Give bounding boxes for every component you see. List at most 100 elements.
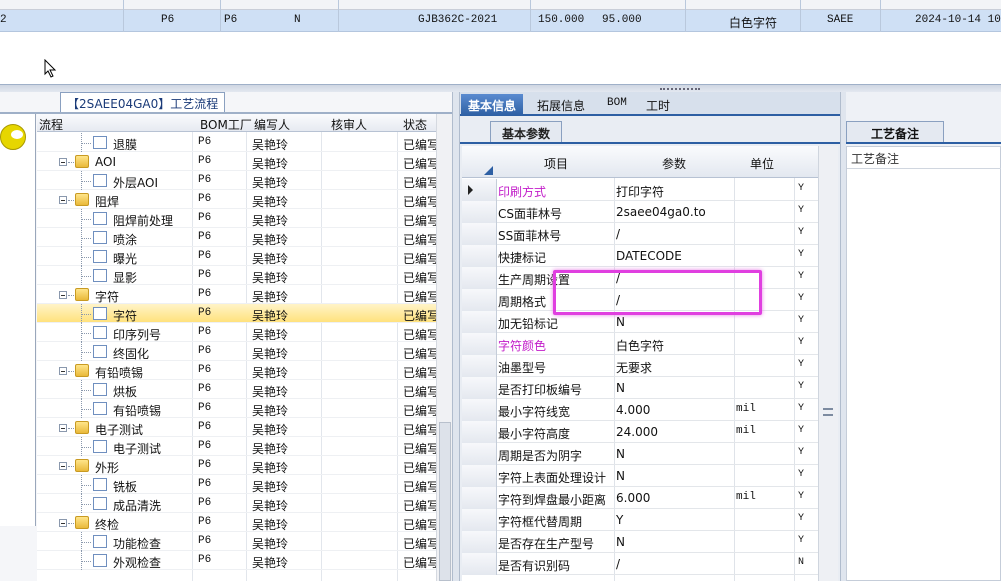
tree-row[interactable]: 电子测试 P6 吴艳玲 已编写	[37, 437, 436, 456]
param-row[interactable]: 是否有识别码 / N	[462, 553, 818, 575]
param-value[interactable]: 4.000	[616, 403, 650, 417]
row-header[interactable]	[462, 267, 497, 289]
tree-row[interactable]: 显影 P6 吴艳玲 已编写	[37, 266, 436, 285]
tab-basic-info[interactable]: 基本信息	[461, 94, 524, 116]
param-row[interactable]: 印刷方式 打印字符 Y	[462, 179, 818, 201]
tree-row[interactable]: 铣板 P6 吴艳玲 已编写	[37, 475, 436, 494]
param-row[interactable]: 油墨型号 无要求 Y	[462, 355, 818, 377]
col-header-bom[interactable]: BOM工厂	[200, 116, 252, 133]
tree-row[interactable]: 喷涂 P6 吴艳玲 已编写	[37, 228, 436, 247]
col-header-writer[interactable]: 编写人	[254, 116, 290, 133]
tree-row[interactable]: 外形 P6 吴艳玲 已编写	[37, 456, 436, 475]
row-header[interactable]	[462, 201, 497, 223]
param-row[interactable]: 字符到焊盘最小距离 6.000 mil Y	[462, 487, 818, 509]
param-row[interactable]: 是否打印板编号 N Y	[462, 377, 818, 399]
tab-extended-info[interactable]: 拓展信息	[530, 94, 592, 116]
vertical-splitter-left[interactable]	[452, 92, 460, 581]
param-row[interactable]: SS面菲林号 / Y	[462, 223, 818, 245]
param-value[interactable]: N	[616, 447, 625, 461]
chat-bubble-icon[interactable]	[0, 124, 26, 150]
resize-grip-icon[interactable]	[823, 408, 833, 416]
row-header[interactable]	[462, 443, 497, 465]
row-header[interactable]	[462, 223, 497, 245]
row-header[interactable]	[462, 355, 497, 377]
param-row[interactable]: CS面菲林号 2saee04ga0.to Y	[462, 201, 818, 223]
tree-row[interactable]: AOI P6 吴艳玲 已编写	[37, 152, 436, 171]
param-value[interactable]: DATECODE	[616, 249, 682, 263]
param-value[interactable]: 白色字符	[616, 337, 664, 354]
param-row[interactable]: 最小字符高度 24.000 mil Y	[462, 421, 818, 443]
tree-row[interactable]: 印序列号 P6 吴艳玲 已编写	[37, 323, 436, 342]
row-header[interactable]	[462, 179, 497, 201]
col-header-reviewer[interactable]: 核审人	[331, 116, 367, 133]
param-row[interactable]: 字符框代替周期 Y Y	[462, 509, 818, 531]
param-value[interactable]: 24.000	[616, 425, 658, 439]
param-row[interactable]: 字符颜色 白色字符 Y	[462, 333, 818, 355]
row-header[interactable]	[462, 311, 497, 333]
tree-row[interactable]: 字符 P6 吴艳玲 已编写	[37, 304, 436, 323]
param-value[interactable]: /	[616, 557, 620, 571]
param-row[interactable]: 最小字符线宽 4.000 mil Y	[462, 399, 818, 421]
tree-row[interactable]: 成品清洗 P6 吴艳玲 已编写	[37, 494, 436, 513]
row-header[interactable]	[462, 421, 497, 443]
row-header[interactable]	[462, 487, 497, 509]
collapse-toggle-icon[interactable]	[59, 291, 67, 299]
tree-scrollbar[interactable]	[436, 114, 452, 581]
subtab-basic-params[interactable]: 基本参数	[490, 121, 562, 143]
tree-row[interactable]: 有铅喷锡 P6 吴艳玲 已编写	[37, 399, 436, 418]
tree-row[interactable]: 电子测试 P6 吴艳玲 已编写	[37, 418, 436, 437]
tree-row[interactable]: 有铅喷锡 P6 吴艳玲 已编写	[37, 361, 436, 380]
tree-row[interactable]: 终检 P6 吴艳玲 已编写	[37, 513, 436, 532]
row-header[interactable]	[462, 333, 497, 355]
param-value[interactable]: N	[616, 535, 625, 549]
tree-row[interactable]: 阻焊前处理 P6 吴艳玲 已编写	[37, 209, 436, 228]
tree-row[interactable]: 阻焊 P6 吴艳玲 已编写	[37, 190, 436, 209]
collapse-toggle-icon[interactable]	[59, 462, 67, 470]
param-value[interactable]: 无要求	[616, 359, 652, 376]
param-value[interactable]: 打印字符	[616, 183, 664, 200]
process-flow-tab[interactable]: 【2SAEE04GA0】工艺流程	[60, 92, 226, 112]
param-row[interactable]: 周期是否为阴字 N Y	[462, 443, 818, 465]
collapse-toggle-icon[interactable]	[59, 158, 67, 166]
collapse-toggle-icon[interactable]	[59, 196, 67, 204]
param-row[interactable]: 字符上表面处理设计 N Y	[462, 465, 818, 487]
param-value[interactable]: N	[616, 469, 625, 483]
row-header[interactable]	[462, 399, 497, 421]
col-header-value[interactable]: 参数	[662, 155, 686, 172]
tree-scroll-thumb[interactable]	[439, 422, 451, 581]
tree-row[interactable]: 退膜 P6 吴艳玲 已编写	[37, 133, 436, 152]
tree-row[interactable]: 终固化 P6 吴艳玲 已编写	[37, 342, 436, 361]
col-header-status[interactable]: 状态	[403, 116, 427, 133]
tree-row[interactable]: 功能检查 P6 吴艳玲 已编写	[37, 532, 436, 551]
tree-row[interactable]: 外层AOI P6 吴艳玲 已编写	[37, 171, 436, 190]
param-value[interactable]: N	[616, 315, 625, 329]
row-header[interactable]	[462, 245, 497, 267]
horizontal-splitter[interactable]	[0, 84, 1001, 92]
collapse-toggle-icon[interactable]	[59, 424, 67, 432]
top-grid-selected-row[interactable]: 2 P6 P6 N GJB362C-2021 150.000 95.000 白色…	[0, 10, 1001, 32]
tab-work-hours[interactable]: 工时	[639, 94, 677, 116]
col-header-item[interactable]: 项目	[544, 155, 568, 172]
row-header[interactable]	[462, 289, 497, 311]
tab-process-remarks[interactable]: 工艺备注	[846, 121, 944, 143]
param-value[interactable]: 2saee04ga0.to	[616, 205, 706, 219]
param-value[interactable]: Y	[616, 513, 623, 527]
row-header[interactable]	[462, 531, 497, 553]
param-value[interactable]: 6.000	[616, 491, 650, 505]
collapse-toggle-icon[interactable]	[59, 367, 67, 375]
row-header[interactable]	[462, 377, 497, 399]
row-header[interactable]	[462, 553, 497, 575]
tree-row[interactable]: 烘板 P6 吴艳玲 已编写	[37, 380, 436, 399]
param-row[interactable]: 快捷标记 DATECODE Y	[462, 245, 818, 267]
col-header-unit[interactable]: 单位	[750, 155, 774, 172]
col-header-flow[interactable]: 流程	[39, 116, 63, 133]
param-row[interactable]: 是否存在生产型号 N Y	[462, 531, 818, 553]
collapse-toggle-icon[interactable]	[59, 519, 67, 527]
param-value[interactable]: /	[616, 227, 620, 241]
tree-row[interactable]: 曝光 P6 吴艳玲 已编写	[37, 247, 436, 266]
row-header[interactable]	[462, 509, 497, 531]
param-value[interactable]: N	[616, 381, 625, 395]
row-header[interactable]	[462, 465, 497, 487]
tab-bom[interactable]: BOM	[600, 94, 634, 116]
tree-row[interactable]: 外观检查 P6 吴艳玲 已编写	[37, 551, 436, 570]
